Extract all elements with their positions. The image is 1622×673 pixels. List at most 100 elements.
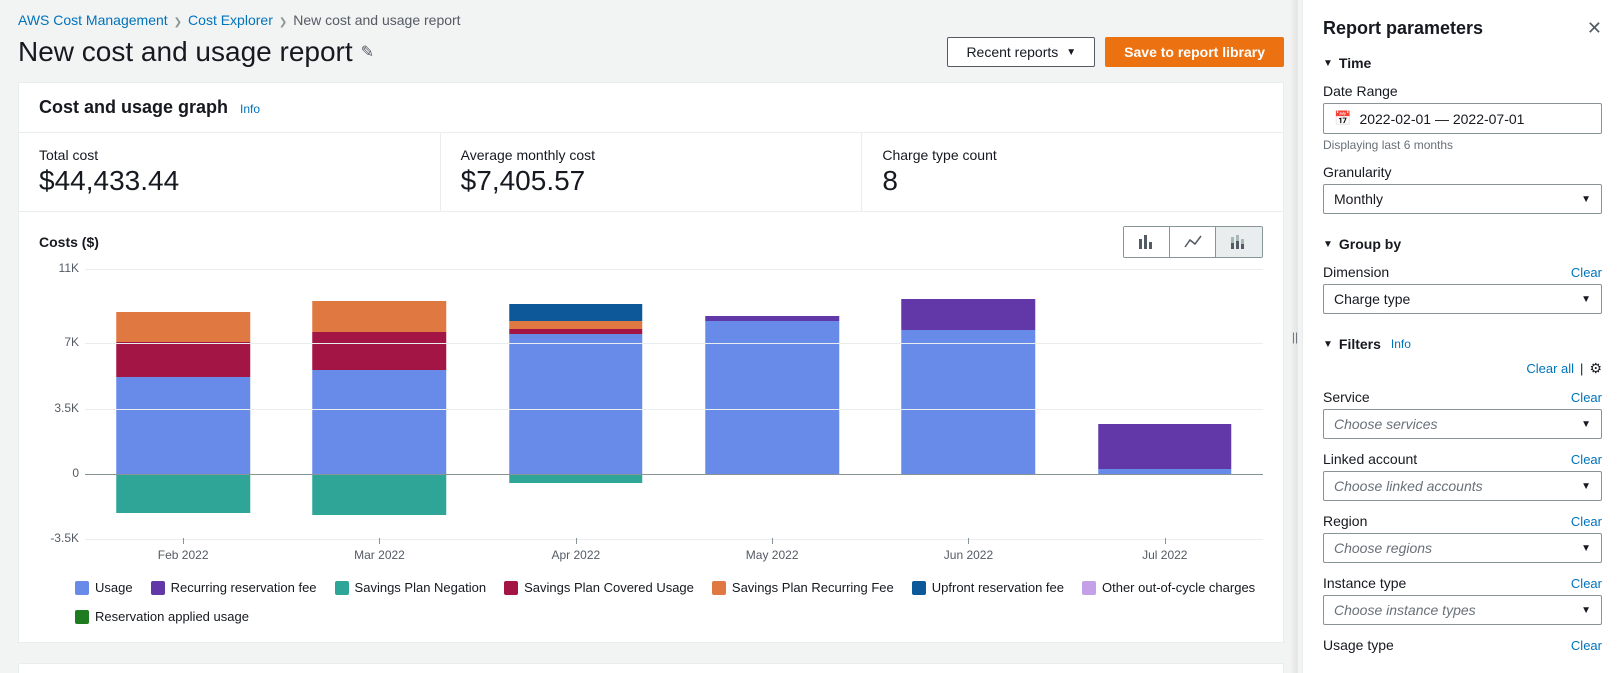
filter-select[interactable]: Choose regions ▼: [1323, 533, 1602, 563]
legend-label: Savings Plan Negation: [355, 580, 487, 595]
caret-down-icon: ▼: [1581, 481, 1591, 492]
x-axis-tick: Apr 2022: [478, 538, 674, 562]
group-by-section-header[interactable]: ▼ Group by: [1323, 236, 1602, 252]
granularity-value: Monthly: [1334, 191, 1383, 207]
filter-label: Usage type: [1323, 637, 1394, 653]
bar-segment[interactable]: [509, 321, 643, 328]
chart-type-stacked-button[interactable]: [1216, 227, 1262, 257]
gear-icon[interactable]: ⚙: [1589, 360, 1602, 377]
bar-slot: [478, 269, 674, 538]
granularity-select[interactable]: Monthly ▼: [1323, 184, 1602, 214]
filters-info-link[interactable]: Info: [1391, 337, 1411, 351]
bar-segment[interactable]: [116, 342, 250, 377]
bar-segment[interactable]: [509, 474, 643, 483]
bar-segment[interactable]: [902, 330, 1036, 473]
legend-swatch: [712, 581, 726, 595]
legend-label: Recurring reservation fee: [171, 580, 317, 595]
filter-placeholder: Choose regions: [1334, 540, 1432, 556]
calendar-icon: 📅: [1334, 110, 1351, 127]
caret-down-icon: ▼: [1581, 194, 1591, 205]
save-to-library-label: Save to report library: [1124, 44, 1265, 60]
cost-graph-panel: Cost and usage graph Info Total cost $44…: [18, 82, 1284, 643]
close-icon[interactable]: ✕: [1587, 18, 1602, 39]
legend-item[interactable]: Savings Plan Covered Usage: [504, 580, 694, 595]
filter-select[interactable]: Choose linked accounts ▼: [1323, 471, 1602, 501]
bar-segment[interactable]: [313, 332, 447, 369]
x-axis-tick: May 2022: [674, 538, 870, 562]
legend-label: Usage: [95, 580, 133, 595]
bar-slot: [85, 269, 281, 538]
dimension-select[interactable]: Charge type ▼: [1323, 284, 1602, 314]
filter-placeholder: Choose linked accounts: [1334, 478, 1483, 494]
dimension-clear-link[interactable]: Clear: [1571, 265, 1602, 280]
caret-down-icon: ▼: [1581, 294, 1591, 305]
filter-clear-link[interactable]: Clear: [1571, 638, 1602, 653]
y-axis-tick: 3.5K: [54, 401, 79, 415]
bar-segment[interactable]: [509, 304, 643, 321]
y-axis-tick: 11K: [59, 261, 79, 275]
page-title: New cost and usage report ✎: [18, 36, 374, 68]
bar-segment[interactable]: [313, 301, 447, 333]
save-to-library-button[interactable]: Save to report library: [1105, 37, 1284, 67]
stat-cell: Charge type count 8: [862, 133, 1283, 211]
bar-segment[interactable]: [116, 474, 250, 513]
stat-cell: Average monthly cost $7,405.57: [441, 133, 863, 211]
recent-reports-label: Recent reports: [966, 44, 1058, 60]
breadcrumb-item[interactable]: AWS Cost Management: [18, 12, 168, 28]
cost-breakdown-panel: Cost and usage breakdown Download as CSV: [18, 663, 1284, 673]
y-axis-tick: 7K: [64, 335, 79, 349]
chart-plot: -3.5K03.5K7K11K: [39, 268, 1263, 538]
bar-segment[interactable]: [1098, 424, 1232, 469]
legend-item[interactable]: Recurring reservation fee: [151, 580, 317, 595]
legend-item[interactable]: Other out-of-cycle charges: [1082, 580, 1255, 595]
stat-value: $44,433.44: [39, 165, 420, 197]
filters-section-header[interactable]: ▼ Filters Info: [1323, 336, 1602, 352]
filter-select[interactable]: Choose services ▼: [1323, 409, 1602, 439]
time-section-label: Time: [1339, 55, 1371, 71]
bar-segment[interactable]: [116, 312, 250, 342]
graph-panel-title: Cost and usage graph: [39, 97, 228, 118]
bar-segment[interactable]: [509, 334, 643, 474]
bar-slot: [674, 269, 870, 538]
date-range-helper: Displaying last 6 months: [1323, 138, 1602, 152]
bar-segment[interactable]: [902, 299, 1036, 331]
group-by-label: Group by: [1339, 236, 1401, 252]
legend-item[interactable]: Reservation applied usage: [75, 609, 249, 624]
panel-collapse-handle[interactable]: ||: [1288, 321, 1302, 353]
chart-type-bar-button[interactable]: [1124, 227, 1170, 257]
filter-label: Region: [1323, 513, 1367, 529]
date-range-input[interactable]: 📅 2022-02-01 — 2022-07-01: [1323, 103, 1602, 134]
bar-segment[interactable]: [313, 474, 447, 515]
legend-label: Upfront reservation fee: [932, 580, 1064, 595]
filter-clear-link[interactable]: Clear: [1571, 390, 1602, 405]
filter-clear-link[interactable]: Clear: [1571, 576, 1602, 591]
grid-line: [85, 343, 1263, 344]
clear-all-link[interactable]: Clear all: [1526, 361, 1574, 376]
bar-segment[interactable]: [705, 316, 839, 322]
edit-title-icon[interactable]: ✎: [361, 42, 374, 62]
bar-segment[interactable]: [313, 370, 447, 474]
chart-type-line-button[interactable]: [1170, 227, 1216, 257]
x-axis-tick: Jul 2022: [1067, 538, 1263, 562]
stat-value: 8: [882, 165, 1263, 197]
caret-down-icon: ▼: [1581, 605, 1591, 616]
bar-segment[interactable]: [509, 329, 643, 335]
filter-select[interactable]: Choose instance types ▼: [1323, 595, 1602, 625]
caret-down-icon: ▼: [1581, 543, 1591, 554]
legend-item[interactable]: Savings Plan Recurring Fee: [712, 580, 894, 595]
filter-placeholder: Choose instance types: [1334, 602, 1476, 618]
filter-label: Linked account: [1323, 451, 1417, 467]
legend-item[interactable]: Savings Plan Negation: [335, 580, 487, 595]
filter-clear-link[interactable]: Clear: [1571, 452, 1602, 467]
legend-swatch: [1082, 581, 1096, 595]
filter-clear-link[interactable]: Clear: [1571, 514, 1602, 529]
legend-item[interactable]: Upfront reservation fee: [912, 580, 1064, 595]
recent-reports-button[interactable]: Recent reports ▼: [947, 37, 1095, 67]
breadcrumb-item[interactable]: Cost Explorer: [188, 12, 273, 28]
bar-segment[interactable]: [116, 377, 250, 474]
time-section-header[interactable]: ▼ Time: [1323, 55, 1602, 71]
x-axis-tick: Jun 2022: [870, 538, 1066, 562]
graph-info-link[interactable]: Info: [240, 102, 260, 116]
x-axis-tick: Feb 2022: [85, 538, 281, 562]
legend-item[interactable]: Usage: [75, 580, 133, 595]
